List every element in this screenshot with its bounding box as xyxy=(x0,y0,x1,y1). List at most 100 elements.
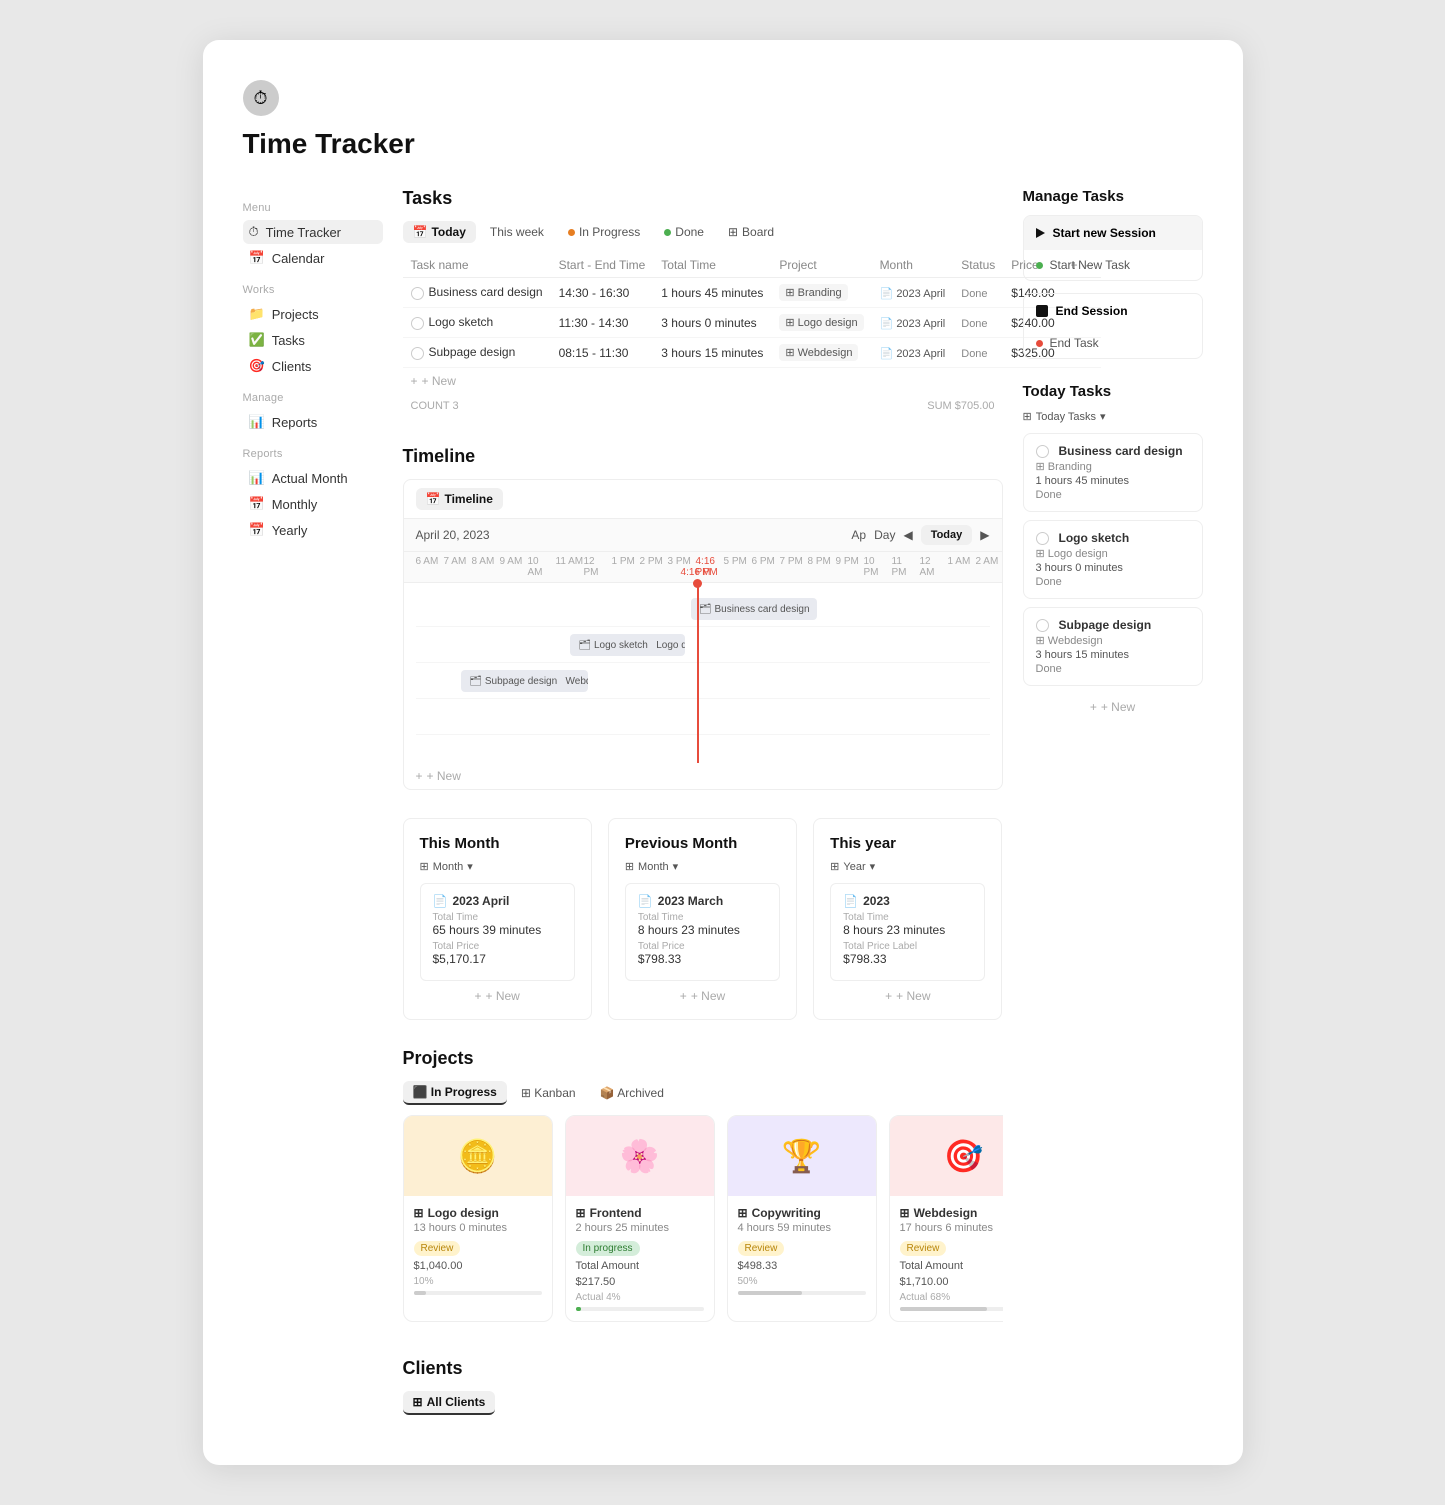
sidebar-item-monthly[interactable]: 📅 Monthly xyxy=(243,492,383,516)
col-status: Status xyxy=(953,253,1003,278)
cell-month: 📄 2023 April xyxy=(872,338,954,368)
project-card[interactable]: 🪙 ⊞Logo design 13 hours 0 minutes Review… xyxy=(403,1115,553,1322)
projects-tab-bar: ⬛ In Progress ⊞ Kanban 📦 Archived xyxy=(403,1081,1003,1105)
logo-icon: ⏱ xyxy=(253,88,267,109)
tab-done[interactable]: Done xyxy=(654,221,714,243)
timeline-hour-label: 8 PM xyxy=(808,556,836,578)
tasks-title: Tasks xyxy=(403,188,1003,209)
sidebar-item-reports[interactable]: 📊 Reports xyxy=(243,410,383,434)
previous-month-dropdown[interactable]: ⊞ Month ▾ xyxy=(625,860,780,873)
sidebar-item-label: Time Tracker xyxy=(266,225,341,240)
tab-kanban[interactable]: ⊞ Kanban xyxy=(511,1082,586,1104)
end-task-item[interactable]: End Task xyxy=(1024,328,1202,358)
add-task-button[interactable]: + + New xyxy=(403,368,1003,394)
end-session-header[interactable]: End Session xyxy=(1024,294,1202,328)
sidebar-item-projects[interactable]: 📁 Projects xyxy=(243,302,383,326)
project-amount: $498.33 xyxy=(738,1260,866,1272)
cell-total-time: 1 hours 45 minutes xyxy=(653,278,771,308)
this-year-add-button[interactable]: + + New xyxy=(830,989,985,1003)
tab-in-progress-projects[interactable]: ⬛ In Progress xyxy=(403,1081,507,1105)
tab-in-progress[interactable]: In Progress xyxy=(558,221,650,243)
timeline-add-button[interactable]: + + New xyxy=(404,763,1002,789)
tab-all-clients[interactable]: ⊞ All Clients xyxy=(403,1391,496,1415)
start-new-task-item[interactable]: Start New Task xyxy=(1024,250,1202,280)
project-card-name: ⊞Webdesign xyxy=(900,1206,1003,1220)
tab-today[interactable]: 📅 Today xyxy=(403,221,476,243)
project-badge: In progress xyxy=(576,1241,640,1256)
project-card[interactable]: 🌸 ⊞Frontend 2 hours 25 minutes In progre… xyxy=(565,1115,715,1322)
this-year-title: This year xyxy=(830,835,985,852)
stats-row: This Month ⊞ Month ▾ 📄 2023 April Total … xyxy=(403,818,1003,1020)
sidebar-item-calendar[interactable]: 📅 Calendar xyxy=(243,246,383,270)
table-row[interactable]: Business card design 14:30 - 16:30 1 hou… xyxy=(403,278,1102,308)
project-card-body: ⊞Copywriting 4 hours 59 minutes Review $… xyxy=(728,1196,876,1305)
today-task-time: 3 hours 15 minutes xyxy=(1036,649,1190,661)
today-task-card[interactable]: Subpage design ⊞ Webdesign 3 hours 15 mi… xyxy=(1023,607,1203,686)
plus-icon: + xyxy=(474,989,481,1003)
today-tasks-dropdown[interactable]: ⊞ Today Tasks ▾ xyxy=(1023,410,1203,423)
previous-month-entry-title: 📄 2023 March xyxy=(638,894,767,908)
sidebar-item-time-tracker[interactable]: ⏱ Time Tracker xyxy=(243,220,383,244)
today-btn[interactable]: Today xyxy=(921,525,973,545)
start-session-card: Start new Session Start New Task xyxy=(1023,215,1203,281)
today-task-card[interactable]: Logo sketch ⊞ Logo design 3 hours 0 minu… xyxy=(1023,520,1203,599)
manage-label: Manage xyxy=(243,392,383,404)
cell-month: 📄 2023 April xyxy=(872,308,954,338)
timeline-hour-label: 7 AM xyxy=(444,556,472,578)
plus-icon: + xyxy=(1090,700,1097,714)
sidebar-item-label: Projects xyxy=(272,307,319,322)
projects-section: Projects ⬛ In Progress ⊞ Kanban 📦 Archiv… xyxy=(403,1048,1003,1330)
previous-month-time-value: 8 hours 23 minutes xyxy=(638,923,767,937)
cell-task-name: Logo sketch xyxy=(403,308,551,338)
sidebar-item-actual-month[interactable]: 📊 Actual Month xyxy=(243,466,383,490)
green-dot-icon xyxy=(1036,262,1043,269)
table-row[interactable]: Subpage design 08:15 - 11:30 3 hours 15 … xyxy=(403,338,1102,368)
today-task-time: 3 hours 0 minutes xyxy=(1036,562,1190,574)
cell-start-end: 14:30 - 16:30 xyxy=(551,278,654,308)
this-month-dropdown[interactable]: ⊞ Month ▾ xyxy=(420,860,575,873)
this-year-dropdown[interactable]: ⊞ Year ▾ xyxy=(830,860,985,873)
project-card[interactable]: 🎯 ⊞Webdesign 17 hours 6 minutes Review T… xyxy=(889,1115,1003,1322)
timeline-hour-label: 9 PM xyxy=(836,556,864,578)
today-tasks-add-button[interactable]: + + New xyxy=(1023,694,1203,720)
this-year-card: This year ⊞ Year ▾ 📄 2023 Total Time 8 h… xyxy=(813,818,1002,1020)
cell-status: Done xyxy=(953,278,1003,308)
cell-status: Done xyxy=(953,308,1003,338)
end-session-label: End Session xyxy=(1056,304,1128,318)
today-task-card[interactable]: Business card design ⊞ Branding 1 hours … xyxy=(1023,433,1203,512)
timeline-hour-label: 1 PM xyxy=(612,556,640,578)
start-session-header[interactable]: Start new Session xyxy=(1024,216,1202,250)
sidebar-item-yearly[interactable]: 📅 Yearly xyxy=(243,518,383,542)
col-start-end: Start - End Time xyxy=(551,253,654,278)
project-emoji: 🪙 xyxy=(458,1137,498,1175)
this-month-add-button[interactable]: + + New xyxy=(420,989,575,1003)
right-panel: Manage Tasks Start new Session Start New… xyxy=(1023,188,1203,1425)
clients-section: Clients ⊞ All Clients xyxy=(403,1358,1003,1415)
tab-board[interactable]: ⊞ Board xyxy=(718,221,784,243)
cell-task-name: Subpage design xyxy=(403,338,551,368)
table-row[interactable]: Logo sketch 11:30 - 14:30 3 hours 0 minu… xyxy=(403,308,1102,338)
this-month-entry: 📄 2023 April Total Time 65 hours 39 minu… xyxy=(420,883,575,981)
current-time-label: 4:16 PM xyxy=(681,567,718,578)
sidebar-item-clients[interactable]: 🎯 Clients xyxy=(243,354,383,378)
progress-fill xyxy=(738,1291,802,1295)
project-card[interactable]: 🏆 ⊞Copywriting 4 hours 59 minutes Review… xyxy=(727,1115,877,1322)
previous-month-add-button[interactable]: + + New xyxy=(625,989,780,1003)
sidebar-item-tasks[interactable]: ✅ Tasks xyxy=(243,328,383,352)
project-card-bg: 🎯 xyxy=(890,1116,1003,1196)
project-amount: $1,710.00 xyxy=(900,1276,1003,1288)
progress-fill xyxy=(414,1291,427,1295)
tab-archived[interactable]: 📦 Archived xyxy=(590,1082,674,1104)
project-name-icon: ⊞ xyxy=(900,1206,910,1220)
timeline-hour-label: 8 AM xyxy=(472,556,500,578)
timeline-body: 4:16 PM 🗂 Business card design Branding … xyxy=(404,583,1002,763)
clients-title: Clients xyxy=(403,1358,1003,1379)
tab-this-week[interactable]: This week xyxy=(480,221,554,243)
tab-timeline[interactable]: 📅 Timeline xyxy=(416,488,503,510)
this-month-price-label: Total Price xyxy=(433,941,562,952)
sidebar-item-label: Tasks xyxy=(272,333,305,348)
timeline-bar-2: 🗂 Logo sketch Logo design 3 hours 0 minu… xyxy=(570,634,685,656)
tasks-icon: ✅ xyxy=(249,332,265,348)
start-task-label: Start New Task xyxy=(1050,258,1130,272)
task-circle-icon xyxy=(1036,532,1049,545)
